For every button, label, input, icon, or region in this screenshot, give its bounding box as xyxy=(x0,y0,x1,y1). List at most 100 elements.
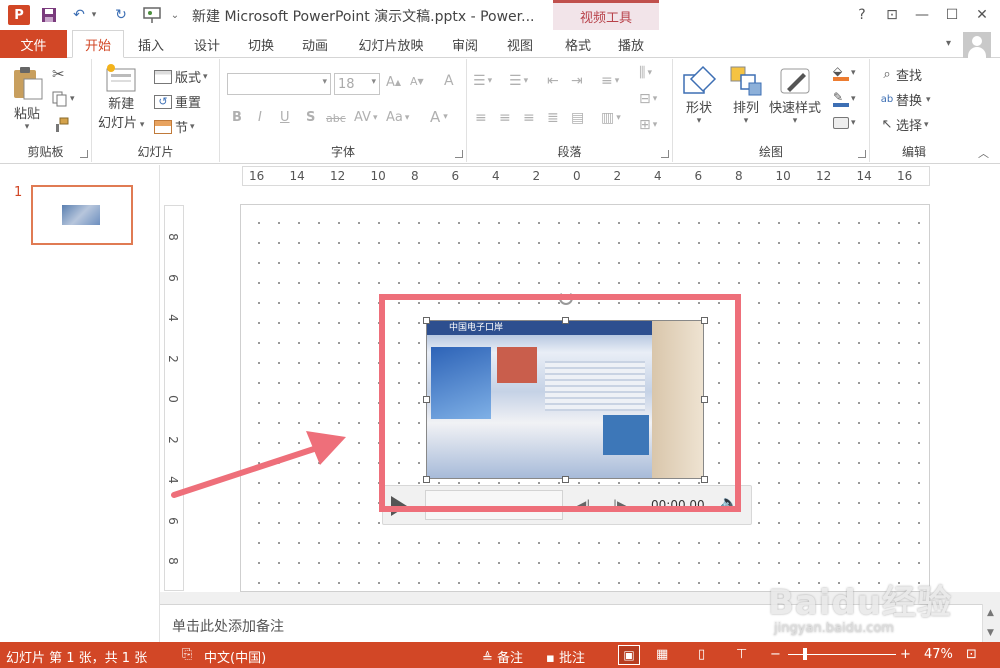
quick-styles-button[interactable]: 快速样式 ▾ xyxy=(769,65,821,126)
spellcheck-icon[interactable]: ⎘ xyxy=(182,647,192,662)
tab-animations[interactable]: 动画 xyxy=(292,30,338,58)
minimize-button[interactable]: — xyxy=(909,4,935,26)
comments-button[interactable]: ▪ 批注 xyxy=(546,647,585,666)
arrange-button[interactable]: 排列 ▾ xyxy=(729,65,763,126)
select-button[interactable]: ↖ 选择 ▾ xyxy=(878,115,929,134)
slide-thumbnail[interactable] xyxy=(31,185,133,245)
change-case-button[interactable]: Aa ▾ xyxy=(386,110,409,125)
scroll-down-icon[interactable]: ▼ xyxy=(987,628,994,638)
tab-home[interactable]: 开始 xyxy=(72,30,124,58)
cut-icon[interactable]: ✂ xyxy=(52,65,65,83)
clipboard-launcher-icon[interactable] xyxy=(80,150,88,158)
new-slide-button[interactable]: 新建 幻灯片 ▾ xyxy=(98,63,144,131)
undo-dropdown-icon[interactable]: ▾ xyxy=(88,5,100,25)
grow-font-icon[interactable]: A ▲ xyxy=(386,75,401,90)
drawing-launcher-icon[interactable] xyxy=(858,150,866,158)
shapes-button[interactable]: 形状 ▾ xyxy=(681,65,717,126)
arrange-icon xyxy=(730,66,762,96)
shape-effects-icon[interactable]: ▾ xyxy=(833,117,856,129)
maximize-button[interactable]: ☐ xyxy=(939,4,965,26)
clear-formatting-icon[interactable]: A xyxy=(444,73,454,89)
format-painter-icon[interactable] xyxy=(53,117,69,133)
strikethrough-button[interactable]: abc xyxy=(326,112,346,125)
ruler-tick-label: 14 xyxy=(856,169,872,183)
zoom-out-button[interactable]: − xyxy=(770,647,781,662)
increase-indent-icon[interactable]: ⇥ xyxy=(571,73,583,89)
distributed-icon[interactable]: ▤ xyxy=(571,110,584,126)
ruler-tick-label: 6 xyxy=(165,516,180,525)
copy-icon[interactable]: ▾ xyxy=(52,91,75,107)
numbering-icon[interactable]: ☰ ▾ xyxy=(509,73,528,89)
collapse-ribbon-icon[interactable]: ︿ xyxy=(978,145,989,161)
fit-to-window-icon[interactable]: ⊡ xyxy=(966,647,977,662)
help-button[interactable]: ? xyxy=(849,4,875,26)
ruler-tick-label: 6 xyxy=(451,169,460,183)
section-icon xyxy=(154,119,172,134)
tab-format[interactable]: 格式 xyxy=(553,30,603,58)
save-icon[interactable] xyxy=(38,5,60,25)
columns-icon[interactable]: ▥ ▾ xyxy=(601,110,621,126)
shape-fill-icon[interactable]: ⬙ ▾ xyxy=(833,65,856,81)
align-left-icon[interactable]: ≡ xyxy=(475,110,487,126)
paragraph-launcher-icon[interactable] xyxy=(661,150,669,158)
language-status[interactable]: 中文(中国) xyxy=(204,647,266,666)
shrink-font-icon[interactable]: A ▼ xyxy=(410,75,424,88)
slide-count-status: 幻灯片 第 1 张，共 1 张 xyxy=(6,651,148,666)
reading-view-icon[interactable]: ▯ xyxy=(698,647,705,662)
decrease-indent-icon[interactable]: ⇤ xyxy=(547,73,559,89)
notes-button[interactable]: ≜ 备注 xyxy=(482,647,523,666)
font-color-button[interactable]: A ▾ xyxy=(430,108,448,126)
zoom-slider-thumb[interactable] xyxy=(803,648,807,660)
italic-button[interactable]: I xyxy=(258,110,262,125)
tab-design[interactable]: 设计 xyxy=(184,30,230,58)
close-button[interactable]: ✕ xyxy=(969,4,995,26)
bullets-icon[interactable]: ☰ ▾ xyxy=(473,73,492,89)
customize-toolbar-icon[interactable]: ⌄ xyxy=(168,5,182,25)
tab-transitions[interactable]: 切换 xyxy=(238,30,284,58)
bold-button[interactable]: B xyxy=(232,110,242,125)
presentation-icon[interactable] xyxy=(140,5,164,25)
zoom-in-button[interactable]: + xyxy=(900,647,911,662)
tab-insert[interactable]: 插入 xyxy=(128,30,174,58)
layout-button[interactable]: 版式 ▾ xyxy=(154,67,208,86)
zoom-level[interactable]: 47% xyxy=(924,647,953,662)
underline-button[interactable]: U xyxy=(280,110,290,125)
undo-icon[interactable]: ↶ xyxy=(68,5,90,25)
tab-file[interactable]: 文件 xyxy=(0,30,67,58)
redo-icon[interactable]: ↻ xyxy=(110,5,132,25)
font-size-combo[interactable]: 18 ▾ xyxy=(334,73,380,95)
font-name-combo[interactable]: ▾ xyxy=(227,73,331,95)
powerpoint-app-icon[interactable]: P xyxy=(8,5,30,25)
font-launcher-icon[interactable] xyxy=(455,150,463,158)
normal-view-icon[interactable]: ▣ xyxy=(618,645,640,665)
account-dropdown-icon[interactable]: ▾ xyxy=(946,38,951,49)
align-right-icon[interactable]: ≡ xyxy=(523,110,535,126)
smartart-icon[interactable]: ⊞ ▾ xyxy=(639,117,657,133)
replace-button[interactable]: ab 替换 ▾ xyxy=(878,90,931,109)
vertical-scrollbar[interactable]: ▲ ▼ xyxy=(982,604,1000,642)
slide-sorter-view-icon[interactable]: ▦ xyxy=(656,647,668,662)
find-button[interactable]: ⌕ 查找 xyxy=(878,65,922,84)
shape-outline-icon[interactable]: ✎ ▾ xyxy=(833,91,856,107)
tab-slideshow[interactable]: 幻灯片放映 xyxy=(350,30,432,58)
notes-icon: ≜ xyxy=(482,651,498,666)
align-text-icon[interactable]: ⊟ ▾ xyxy=(639,91,657,107)
line-spacing-icon[interactable]: ≡ ▾ xyxy=(601,73,619,89)
scroll-up-icon[interactable]: ▲ xyxy=(987,608,994,618)
justify-icon[interactable]: ≣ xyxy=(547,110,559,126)
text-direction-icon[interactable]: ⫼ ▾ xyxy=(639,65,652,81)
tab-view[interactable]: 视图 xyxy=(497,30,543,58)
tab-playback[interactable]: 播放 xyxy=(606,30,656,58)
tab-review[interactable]: 审阅 xyxy=(442,30,488,58)
avatar[interactable] xyxy=(963,32,991,58)
slideshow-view-icon[interactable]: ⊤ xyxy=(736,647,747,662)
section-button[interactable]: 节 ▾ xyxy=(154,117,195,136)
align-center-icon[interactable]: ≡ xyxy=(499,110,511,126)
replace-icon: ab xyxy=(880,94,894,105)
reset-button[interactable]: ↺ 重置 xyxy=(154,92,201,111)
ribbon-display-options-button[interactable]: ⊡ xyxy=(879,4,905,26)
ruler-tick-label: 0 xyxy=(165,395,180,403)
character-spacing-button[interactable]: AV ▾ xyxy=(354,110,378,125)
paste-button[interactable]: 粘贴 ▾ xyxy=(10,65,44,132)
shadow-button[interactable]: S xyxy=(306,110,315,125)
